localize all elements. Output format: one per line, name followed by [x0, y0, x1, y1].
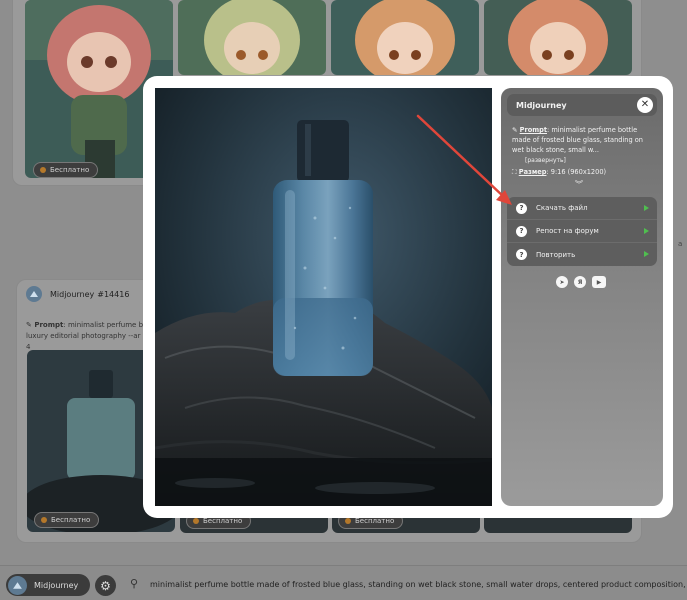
chevron-down-icon[interactable]: ︾	[575, 179, 583, 190]
play-arrow-icon	[644, 205, 649, 211]
gear-icon: ⚙	[100, 578, 111, 593]
coin-icon	[41, 517, 47, 523]
coin-icon	[193, 518, 199, 524]
play-arrow-icon	[644, 251, 649, 257]
settings-gear-button[interactable]: ⚙	[95, 575, 116, 596]
perfume-photo	[155, 88, 492, 506]
anime-thumbnail-2[interactable]	[178, 0, 326, 75]
coin-icon	[40, 167, 46, 173]
panel-title: Midjourney	[516, 100, 567, 110]
question-icon: ?	[516, 225, 527, 237]
midjourney-logo-icon	[26, 286, 42, 302]
prompt-block: ✎ Prompt: minimalist perfume bottle made…	[512, 126, 643, 154]
repost-forum-button[interactable]: ? Репост на форум	[507, 220, 657, 243]
actions-list: ? Скачать файл ? Репост на форум ? Повто…	[507, 197, 657, 266]
panel-header: Midjourney ✕	[507, 94, 657, 116]
question-icon: ?	[516, 249, 527, 260]
size-value: 9:16 (960x1200)	[550, 168, 607, 176]
free-badge: Бесплатно	[33, 162, 99, 178]
action-label: Повторить	[536, 250, 576, 259]
social-share-row: ➤ Я ▶	[556, 276, 606, 288]
generated-image	[155, 88, 492, 506]
anime-thumbnail-4[interactable]	[484, 0, 632, 75]
model-selector[interactable]: Midjourney	[6, 574, 90, 596]
card2-id: #14416	[97, 289, 130, 299]
size-block: ⛶ Размер: 9:16 (960x1200)	[512, 168, 607, 176]
image-info-panel: Midjourney ✕ ✎ Prompt: minimalist perfum…	[501, 88, 663, 506]
expand-link[interactable]: [развернуть]	[525, 157, 566, 164]
model-selector-label: Midjourney	[34, 580, 79, 590]
side-fragment-text: a	[678, 240, 683, 248]
anime-thumbnail-3[interactable]	[331, 0, 479, 75]
free-badge: Бесплатно	[34, 512, 100, 528]
close-button[interactable]: ✕	[637, 97, 653, 113]
prompt-input[interactable]: minimalist perfume bottle made of froste…	[150, 580, 685, 589]
prompt-label[interactable]: Prompt	[520, 126, 547, 134]
download-file-button[interactable]: ? Скачать файл	[507, 197, 657, 220]
action-label: Скачать файл	[536, 204, 588, 212]
resize-icon: ⛶	[512, 168, 517, 176]
coin-icon	[345, 518, 351, 524]
action-label: Репост на форум	[536, 227, 599, 235]
play-arrow-icon	[644, 228, 649, 234]
telegram-icon[interactable]: ➤	[556, 276, 568, 288]
yandex-icon[interactable]: Я	[574, 276, 586, 288]
card2-model: Midjourney	[50, 289, 95, 299]
size-label[interactable]: Размер	[519, 168, 547, 176]
card2-prompt: ✎ Prompt: minimalist perfume b luxury ed…	[26, 321, 144, 351]
pencil-icon: ✎	[512, 126, 518, 134]
midjourney-logo-icon	[8, 575, 27, 595]
close-icon: ✕	[640, 99, 650, 110]
prompt-bar: Midjourney ⚙ ⚲ minimalist perfume bottle…	[0, 565, 687, 600]
attach-paperclip-icon[interactable]: ⚲	[130, 577, 138, 590]
card2-prompt-text-1: minimalist perfume b	[67, 321, 144, 329]
image-modal: Midjourney ✕ ✎ Prompt: minimalist perfum…	[143, 76, 673, 518]
question-icon: ?	[516, 202, 527, 214]
youtube-icon[interactable]: ▶	[592, 276, 606, 288]
card2-header: Midjourney #14416	[26, 286, 129, 302]
card2-prompt-label: Prompt	[34, 321, 64, 329]
card2-prompt-text-2: luxury editorial photography --ar 4	[26, 332, 141, 351]
repeat-button[interactable]: ? Повторить	[507, 243, 657, 266]
